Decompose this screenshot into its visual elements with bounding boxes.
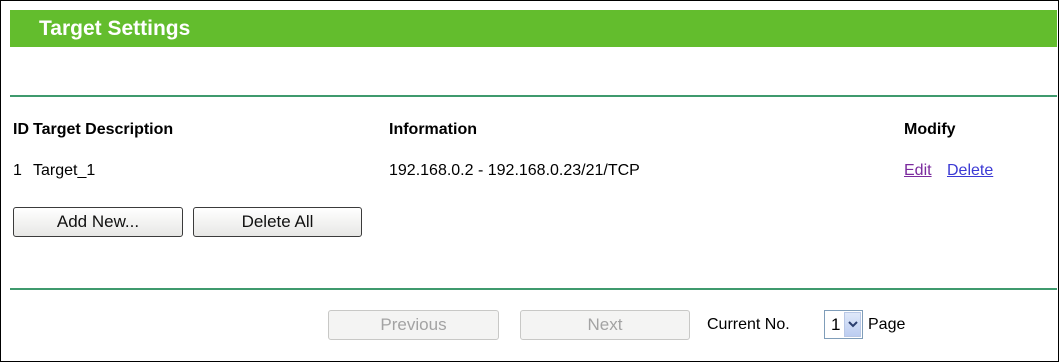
previous-button[interactable]: Previous bbox=[328, 310, 499, 340]
row-id: 1 bbox=[13, 162, 22, 179]
column-header-information: Information bbox=[389, 121, 477, 138]
page-select[interactable]: 1 bbox=[824, 310, 863, 339]
delete-all-button[interactable]: Delete All bbox=[193, 207, 362, 237]
page-label: Page bbox=[868, 316, 906, 333]
edit-link[interactable]: Edit bbox=[904, 162, 932, 180]
column-header-modify: Modify bbox=[904, 121, 956, 138]
column-header-target-description: Target Description bbox=[33, 121, 174, 138]
add-new-button[interactable]: Add New... bbox=[13, 207, 183, 237]
current-page-label: Current No. bbox=[707, 316, 790, 333]
divider-bottom bbox=[10, 288, 1057, 290]
section-header: Target Settings bbox=[10, 10, 1057, 47]
row-information: 192.168.0.2 - 192.168.0.23/21/TCP bbox=[389, 162, 640, 179]
divider-top bbox=[10, 95, 1057, 97]
page-frame bbox=[0, 0, 1059, 362]
row-target-description: Target_1 bbox=[33, 162, 96, 179]
page-select-value: 1 bbox=[831, 315, 841, 334]
next-button[interactable]: Next bbox=[520, 310, 690, 340]
page-title: Target Settings bbox=[39, 17, 191, 40]
chevron-down-icon[interactable] bbox=[844, 312, 861, 337]
column-header-id: ID bbox=[13, 121, 29, 138]
delete-link[interactable]: Delete bbox=[947, 162, 993, 180]
